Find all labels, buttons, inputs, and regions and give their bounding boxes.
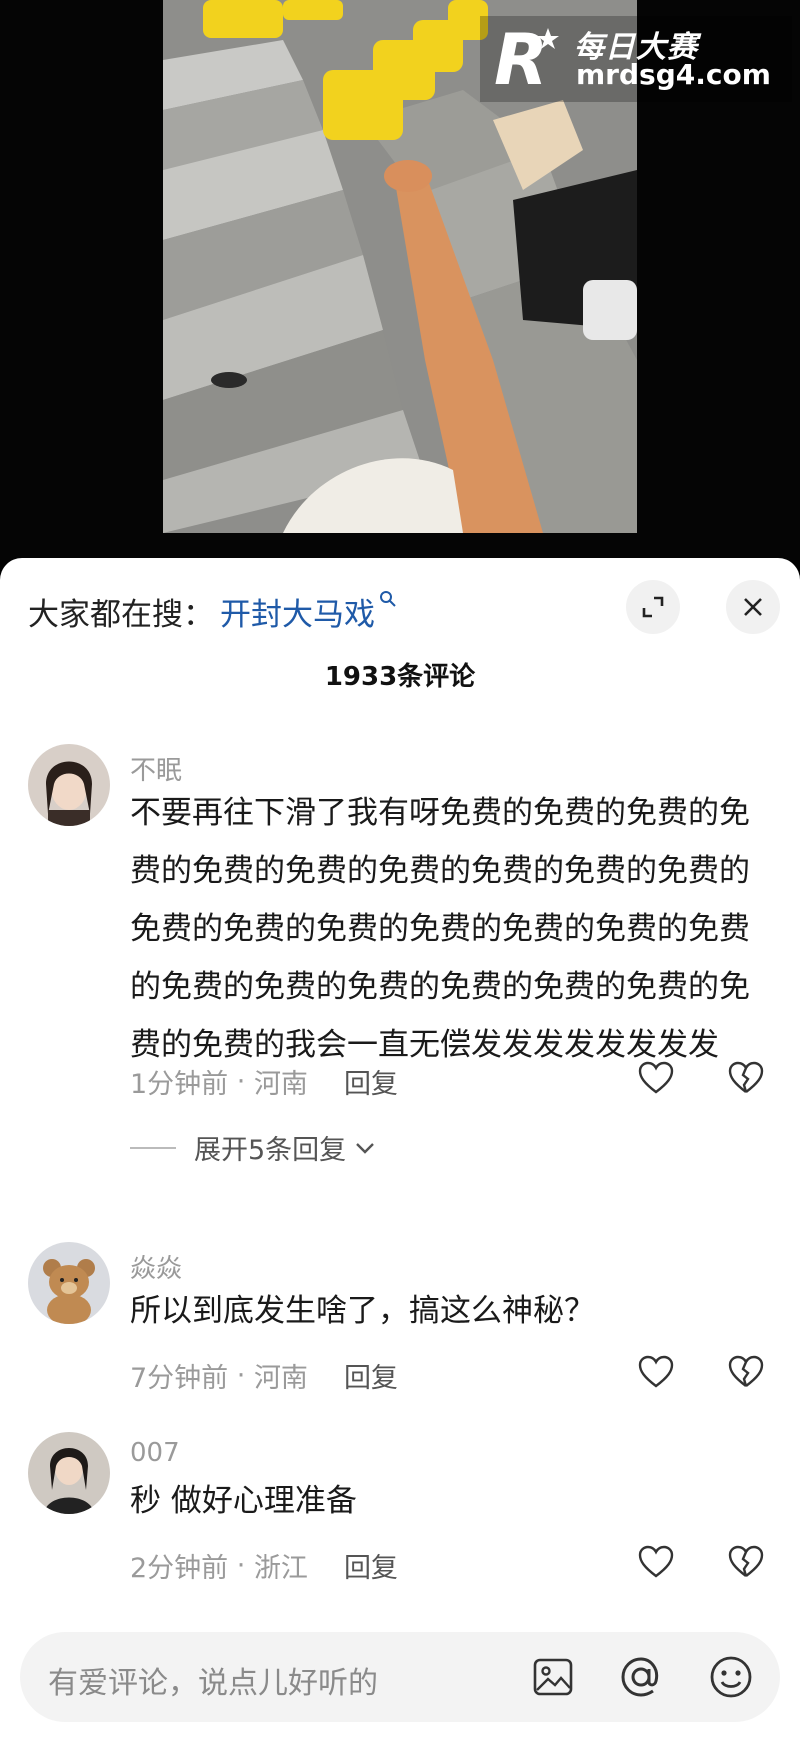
expand-button[interactable] [626, 580, 680, 634]
comment-input-bar[interactable]: 有爱评论，说点儿好听的 [20, 1632, 780, 1722]
mention-button[interactable] [618, 1654, 664, 1700]
trending-search[interactable]: 大家都在搜： 开封大马戏 [28, 588, 397, 634]
search-term-link[interactable]: 开封大马戏 [220, 589, 375, 634]
comment-meta: 1分钟前 · 河南 回复 [130, 1062, 398, 1101]
reply-button[interactable]: 回复 [344, 1546, 398, 1585]
search-prefix: 大家都在搜： [28, 596, 214, 633]
expand-replies-label: 展开5条回复 [194, 1135, 347, 1166]
svg-text:R: R [494, 20, 548, 94]
watermark: R 每日大赛 mrdsg4.com [480, 16, 792, 102]
dislike-button[interactable] [726, 1542, 766, 1582]
comment-username[interactable]: 007 [130, 1438, 180, 1468]
chevron-down-icon [356, 1142, 375, 1154]
comment-text: 不要再往下滑了我有呀免费的免费的免费的免费的免费的免费的免费的免费的免费的免费的… [130, 795, 750, 1063]
comment-input-placeholder[interactable]: 有爱评论，说点儿好听的 [48, 1658, 378, 1702]
comment-location: 浙江 [253, 1553, 308, 1584]
avatar[interactable] [28, 1432, 110, 1514]
like-button[interactable] [636, 1542, 676, 1582]
comment-sheet: 大家都在搜： 开封大马戏 1933条评论 不眠 不要再往下滑了我有呀免费的免费的… [0, 558, 800, 1739]
expand-replies-button[interactable]: 展开5条回复 [130, 1128, 376, 1167]
dislike-button[interactable] [726, 1352, 766, 1392]
broken-heart-icon [728, 1061, 764, 1093]
comment-meta: 7分钟前 · 河南 回复 [130, 1356, 398, 1395]
like-button[interactable] [636, 1058, 676, 1098]
comment-text: 秒 做好心理准备 [130, 1483, 357, 1519]
comment-time: 7分钟前 [130, 1363, 229, 1394]
comment-time: 1分钟前 [130, 1069, 229, 1100]
comment-username[interactable]: 不眠 [130, 750, 182, 787]
heart-icon [638, 1545, 674, 1578]
at-icon [621, 1657, 659, 1697]
comment-item: 不眠 不要再往下滑了我有呀免费的免费的免费的免费的免费的免费的免费的免费的免费的… [0, 744, 800, 1167]
broken-heart-icon [728, 1355, 764, 1387]
comment-count-title: 1933条评论 [324, 662, 476, 692]
comment-item: 焱焱 所以到底发生啥了，搞这么神秘？ 7分钟前 · 河南 回复 [0, 1242, 800, 1402]
comment-username[interactable]: 焱焱 [130, 1248, 182, 1285]
broken-heart-icon [728, 1545, 764, 1577]
avatar[interactable] [28, 744, 110, 826]
comment-location: 河南 [253, 1363, 308, 1394]
search-icon [379, 589, 397, 613]
comment-location: 河南 [253, 1069, 308, 1100]
video-player[interactable]: R 每日大赛 mrdsg4.com [0, 0, 800, 560]
heart-icon [638, 1355, 674, 1388]
brand-url: mrdsg4.com [576, 58, 771, 91]
heart-icon [638, 1061, 674, 1094]
comment-item: 007 秒 做好心理准备 2分钟前 · 浙江 回复 [0, 1432, 800, 1592]
comment-meta: 2分钟前 · 浙江 回复 [130, 1546, 398, 1585]
expand-icon [642, 596, 664, 618]
reply-button[interactable]: 回复 [344, 1062, 398, 1101]
like-button[interactable] [636, 1352, 676, 1392]
emoji-button[interactable] [708, 1654, 754, 1700]
dislike-button[interactable] [726, 1058, 766, 1098]
comment-time: 2分钟前 [130, 1553, 229, 1584]
image-icon [533, 1658, 573, 1696]
close-button[interactable] [726, 580, 780, 634]
divider [130, 1146, 176, 1149]
avatar[interactable] [28, 1242, 110, 1324]
image-button[interactable] [530, 1654, 576, 1700]
emoji-icon [710, 1656, 752, 1698]
brand-logo-icon: R [494, 20, 559, 94]
comment-text: 所以到底发生啥了，搞这么神秘？ [130, 1293, 595, 1329]
close-icon [744, 598, 762, 616]
reply-button[interactable]: 回复 [344, 1356, 398, 1395]
